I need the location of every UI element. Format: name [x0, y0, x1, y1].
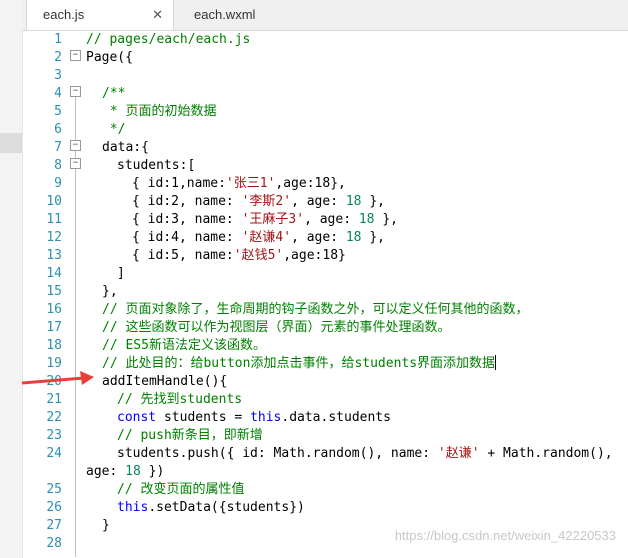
side-panel-strip — [0, 0, 23, 558]
code-line-9: { id:1,name:'张三1',age:18}, — [132, 176, 346, 191]
line-number: 11 — [46, 212, 62, 227]
line-number: 4 — [54, 86, 62, 101]
code-line-21: // 先找到students — [117, 392, 243, 407]
code-line-6: */ — [102, 122, 126, 137]
line-number: 24 — [46, 446, 62, 461]
line-number: 15 — [46, 284, 62, 299]
code-line-10: { id:2, name: '李斯2', age: 18 }, — [132, 194, 385, 209]
code-editor[interactable]: 1234567891011121314151617181920212223242… — [22, 31, 628, 558]
line-number: 27 — [46, 518, 62, 533]
line-number: 16 — [46, 302, 62, 317]
line-number: 2 — [54, 50, 62, 65]
tab-bar: each.js ✕ each.wxml — [22, 0, 628, 31]
fold-toggle-icon[interactable]: − — [70, 50, 81, 61]
text-cursor — [495, 355, 497, 370]
line-number: 6 — [54, 122, 62, 137]
code-line-24: students.push({ id: Math.random(), name:… — [117, 446, 613, 461]
code-line-20: addItemHandle(){ — [102, 374, 228, 389]
line-number: 23 — [46, 428, 62, 443]
code-line-15: }, — [102, 284, 118, 299]
line-number: 14 — [46, 266, 62, 281]
code-line-2: Page({ — [86, 50, 133, 65]
code-line-8: students:[ — [117, 158, 196, 173]
line-number: 12 — [46, 230, 62, 245]
tab-each-wxml[interactable]: each.wxml — [174, 0, 294, 30]
fold-toggle-icon[interactable]: − — [70, 140, 81, 151]
line-number: 9 — [54, 176, 62, 191]
line-number: 1 — [54, 32, 62, 47]
close-icon[interactable]: ✕ — [152, 0, 163, 30]
code-line-19: // 此处目的：给button添加点击事件，给students界面添加数据 — [102, 355, 497, 371]
line-number: 7 — [54, 140, 62, 155]
line-number: 18 — [46, 338, 62, 353]
code-line-25: // 改变页面的属性值 — [117, 482, 245, 497]
line-number: 22 — [46, 410, 62, 425]
tab-label: each.wxml — [194, 7, 256, 22]
side-panel-marker — [0, 133, 22, 153]
line-number: 10 — [46, 194, 62, 209]
line-number: 21 — [46, 392, 62, 407]
watermark: https://blog.csdn.net/weixin_42220533 — [394, 528, 616, 543]
code-line-22: const students = this.data.students — [117, 410, 391, 425]
fold-toggle-icon[interactable]: − — [70, 86, 81, 97]
code-line-1: // pages/each/each.js — [86, 32, 251, 47]
code-line-7: data:{ — [102, 140, 149, 155]
line-number: 17 — [46, 320, 62, 335]
code-line-27: } — [102, 518, 110, 533]
line-number: 25 — [46, 482, 62, 497]
code-line-13: { id:5, name:'赵钱5',age:18} — [132, 248, 346, 263]
code-line-24-wrap: age: 18 }) — [86, 464, 165, 479]
code-line-5: * 页面的初始数据 — [102, 104, 217, 119]
line-number: 8 — [54, 158, 62, 173]
fold-toggle-icon[interactable]: − — [70, 158, 81, 169]
code-line-16: // 页面对象除了，生命周期的钩子函数之外，可以定义任何其他的函数， — [102, 302, 529, 317]
code-line-4: /** — [102, 86, 126, 101]
red-arrow-annotation — [21, 371, 94, 385]
tab-label: each.js — [43, 7, 85, 22]
line-number: 5 — [54, 104, 62, 119]
line-number: 13 — [46, 248, 62, 263]
code-line-26: this.setData({students}) — [117, 500, 305, 515]
tab-each-js[interactable]: each.js ✕ — [26, 0, 174, 30]
code-line-18: // ES5新语法定义该函数。 — [102, 338, 266, 353]
code-line-12: { id:4, name: '赵谦4', age: 18 }, — [132, 230, 385, 245]
code-line-23: // push新条目，即新增 — [117, 428, 263, 443]
line-number: 28 — [46, 536, 62, 551]
code-line-17: // 这些函数可以作为视图层（界面）元素的事件处理函数。 — [102, 320, 451, 335]
line-number: 3 — [54, 68, 62, 83]
line-number: 26 — [46, 500, 62, 515]
code-line-14: ] — [117, 266, 125, 281]
code-line-11: { id:3, name: '王麻子3', age: 18 }, — [132, 212, 398, 227]
